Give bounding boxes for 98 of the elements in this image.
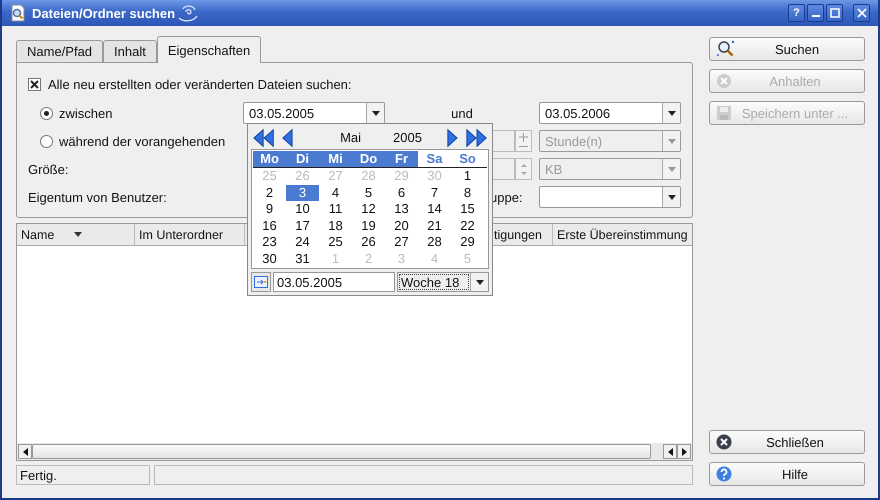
calendar-day[interactable]: 28 xyxy=(418,234,451,251)
dropdown-arrow-icon xyxy=(668,194,676,200)
calendar-day[interactable]: 5 xyxy=(352,184,385,202)
calendar-day[interactable]: 19 xyxy=(352,218,385,234)
group-combo[interactable] xyxy=(539,186,681,208)
calendar-day[interactable]: 14 xyxy=(418,201,451,218)
double-left-arrow-icon[interactable] xyxy=(253,126,276,149)
calendar-day[interactable]: 23 xyxy=(253,234,286,251)
year-label[interactable]: 2005 xyxy=(393,130,422,146)
close-dialog-button[interactable]: Schließen xyxy=(709,430,865,454)
spin-box[interactable] xyxy=(490,158,532,180)
column-header[interactable]: Erste Übereinstimmung xyxy=(553,224,692,245)
column-header[interactable]: Im Unterordner xyxy=(135,224,245,245)
tab[interactable]: Eigenschaften xyxy=(156,36,262,63)
weekday-header: Mo xyxy=(253,151,286,168)
calendar-day[interactable]: 29 xyxy=(451,234,484,251)
sort-arrow-icon xyxy=(74,232,82,237)
calendar-day[interactable]: 30 xyxy=(253,250,286,268)
calendar-day[interactable]: 17 xyxy=(286,218,319,234)
right-arrow-icon[interactable] xyxy=(446,126,459,149)
dropdown-arrow-icon xyxy=(372,110,380,116)
radio-label: während der vorangehenden xyxy=(59,134,226,148)
size-label: Größe: xyxy=(28,162,68,176)
calendar-day[interactable]: 22 xyxy=(451,218,484,234)
radio-label: zwischen xyxy=(59,106,112,120)
right-arrow-icon xyxy=(682,448,686,456)
checkbox[interactable] xyxy=(28,78,41,90)
calendar-icon xyxy=(254,276,268,288)
date-combo[interactable]: 03.05.2006 xyxy=(539,102,681,124)
calendar-day[interactable]: 9 xyxy=(253,201,286,218)
weekday-header: Mi xyxy=(319,151,352,168)
left-arrow-icon[interactable] xyxy=(281,126,294,149)
calendar-day[interactable]: 1 xyxy=(451,168,484,185)
calendar-day[interactable]: 3 xyxy=(286,184,319,202)
weekday-header: Do xyxy=(352,151,385,168)
calendar-day[interactable]: 21 xyxy=(418,218,451,234)
calendar-day[interactable]: 16 xyxy=(253,218,286,234)
search-button[interactable]: Suchen xyxy=(709,37,865,61)
tab[interactable]: Inhalt xyxy=(103,40,157,62)
help-icon xyxy=(716,466,732,482)
week-combo[interactable]: Woche 18 xyxy=(397,272,489,292)
weekday-header: Fr xyxy=(385,151,418,168)
minimize-icon xyxy=(812,15,820,17)
scroll-right-button[interactable] xyxy=(677,444,691,459)
calendar-day[interactable]: 15 xyxy=(451,201,484,218)
radio-button[interactable] xyxy=(40,134,53,148)
date-combo[interactable]: 03.05.2005 xyxy=(243,102,385,124)
maximize-icon xyxy=(830,8,840,18)
scroll-left-button[interactable] xyxy=(663,444,677,459)
calendar-day[interactable]: 7 xyxy=(418,184,451,202)
help-button[interactable]: ? xyxy=(788,4,805,22)
calendar-day[interactable]: 25 xyxy=(319,234,352,251)
help-dialog-button[interactable]: Hilfe xyxy=(709,462,865,486)
owner-label: Eigentum von Benutzer: xyxy=(28,190,167,204)
calendar-day[interactable]: 18 xyxy=(319,218,352,234)
column-header[interactable]: Name xyxy=(17,224,135,245)
calendar-day[interactable]: 31 xyxy=(286,250,319,268)
calendar-day[interactable]: 12 xyxy=(352,201,385,218)
left-arrow-icon xyxy=(22,448,28,456)
calendar-day[interactable]: 26 xyxy=(352,234,385,251)
document-search-icon xyxy=(10,4,26,22)
dropdown-arrow-icon xyxy=(668,138,676,144)
swirl-icon xyxy=(177,3,200,23)
month-label[interactable]: Mai xyxy=(340,130,377,146)
today-button[interactable] xyxy=(251,272,271,292)
close-button[interactable] xyxy=(853,4,870,22)
checkbox-label: Alle neu erstellten oder veränderten Dateien suchen: xyxy=(48,76,352,92)
dropdown-arrow-icon xyxy=(668,110,676,116)
status-message: Fertig. xyxy=(16,465,150,485)
double-right-arrow-icon[interactable] xyxy=(464,126,487,149)
close-icon xyxy=(716,434,732,450)
scroll-left-button[interactable] xyxy=(18,444,32,459)
window-title: Dateien/Ordner suchen xyxy=(32,6,176,20)
calendar-day[interactable]: 2 xyxy=(253,184,286,202)
calendar-day[interactable]: 27 xyxy=(385,234,418,251)
dropdown-arrow-icon xyxy=(476,280,484,285)
calendar-day[interactable]: 13 xyxy=(385,201,418,218)
calendar-day[interactable]: 10 xyxy=(286,201,319,218)
calendar-day[interactable]: 11 xyxy=(319,201,352,218)
weekday-header: Di xyxy=(286,151,319,168)
tab[interactable]: Name/Pfad xyxy=(16,40,104,62)
minimize-button[interactable] xyxy=(807,4,824,22)
plus-minus-icon xyxy=(519,132,528,150)
stop-icon xyxy=(716,73,732,89)
maximize-button[interactable] xyxy=(826,4,843,22)
radio-button[interactable] xyxy=(40,106,53,120)
close-icon xyxy=(856,8,866,18)
calendar-day[interactable]: 24 xyxy=(286,234,319,251)
calendar-day[interactable]: 4 xyxy=(319,184,352,202)
calendar-day[interactable]: 8 xyxy=(451,184,484,202)
search-icon xyxy=(716,40,736,58)
date-input[interactable]: 03.05.2005 xyxy=(273,272,395,292)
left-arrow-icon xyxy=(668,448,672,456)
dropdown-arrow-icon xyxy=(668,166,676,172)
calendar-day[interactable]: 6 xyxy=(385,184,418,202)
conjunction-label: und xyxy=(450,106,474,120)
calendar-day[interactable]: 20 xyxy=(385,218,418,234)
scrollbar-thumb[interactable] xyxy=(32,444,651,459)
